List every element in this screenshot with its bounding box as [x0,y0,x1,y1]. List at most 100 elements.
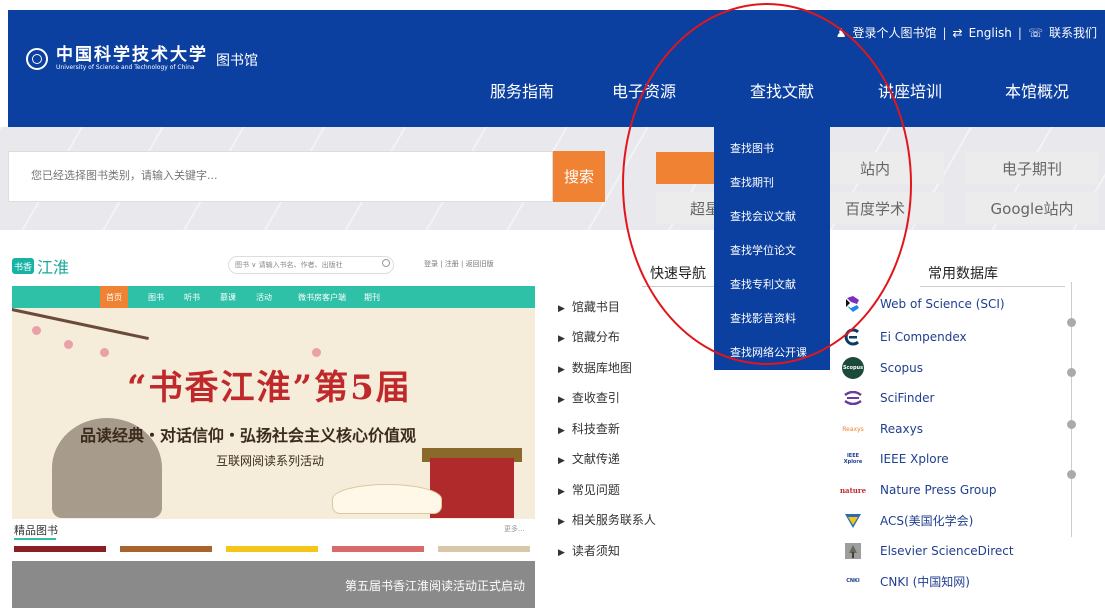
dropdown-item-open-courses[interactable]: 查找网络公开课 [730,344,807,360]
book-thumbnail[interactable] [120,546,212,552]
database-link[interactable]: Web of Science (SCI) [842,293,1005,315]
carousel-dot[interactable] [1067,470,1076,479]
dropdown-item-theses[interactable]: 查找学位论文 [730,242,796,258]
embedded-search-input[interactable]: 图书 ∨ 请输入书名、作者、出版社 [228,256,394,274]
more-link[interactable]: 更多... [504,524,525,534]
embedded-nav-audio[interactable]: 听书 [184,292,200,303]
database-link[interactable]: CNKI CNKI (中国知网) [842,570,970,592]
triangle-icon: ▶ [558,426,565,436]
quick-nav-item[interactable]: ▶ 馆藏分布 [558,328,620,345]
triangle-icon: ▶ [558,304,565,314]
tab-ejournals[interactable]: 电子期刊 [966,152,1098,184]
scopus-icon: Scopus [842,357,864,379]
embedded-nav-books[interactable]: 图书 [148,292,164,303]
switch-icon: ⇄ [952,25,963,40]
quick-nav-label: 数据库地图 [571,361,632,375]
banner-caption-bar[interactable]: 第五届书香江淮阅读活动正式启动 [12,561,535,608]
blossom-decoration [312,348,321,357]
carousel-dot[interactable] [1067,420,1076,429]
title-underline [920,286,1065,287]
find-literature-dropdown: 查找图书 查找期刊 查找会议文献 查找学位论文 查找专利文献 查找影音资料 查找… [714,125,830,370]
top-links: ♟ 登录个人图书馆 | ⇄ English | ☏ 联系我们 [836,24,1097,41]
book-thumbnail[interactable] [14,546,106,552]
quick-nav-label: 相关服务联系人 [571,513,656,527]
triangle-icon: ▶ [558,487,565,497]
acs-icon [842,509,864,531]
nav-item-e-resources[interactable]: 电子资源 [612,78,676,102]
embedded-nav-events[interactable]: 活动 [256,292,272,303]
database-link[interactable]: ACS(美国化学会) [842,509,973,531]
logo-chinese-name: 中国科学技术大学 [56,45,208,65]
book-thumbnails [14,546,530,552]
quick-nav-item[interactable]: ▶ 相关服务联系人 [558,511,656,528]
triangle-icon: ▶ [558,517,565,527]
nav-item-service-guide[interactable]: 服务指南 [490,78,554,102]
banner-subtitle: 品读经典・对话信仰・弘扬社会主义核心价值观 [80,426,417,445]
database-link[interactable]: Ei Compendex [842,326,967,348]
quick-nav-label: 常见问题 [571,483,620,497]
database-link[interactable]: nature Nature Press Group [840,479,996,501]
dropdown-item-books[interactable]: 查找图书 [730,140,774,156]
separator: | [942,25,947,40]
dropdown-item-journals[interactable]: 查找期刊 [730,174,774,190]
quick-nav-item[interactable]: ▶ 科技查新 [558,420,620,437]
contact-link[interactable]: 联系我们 [1049,24,1097,41]
embedded-account-links[interactable]: 登录 | 注册 | 返回旧版 [424,259,494,269]
quick-nav-label: 馆藏书目 [571,300,620,314]
carousel-dot[interactable] [1067,318,1076,327]
carousel-dot[interactable] [1067,368,1076,377]
book-thumbnail[interactable] [226,546,318,552]
reaxys-icon: Reaxys [842,425,864,433]
embedded-nav-home[interactable]: 首页 [100,286,128,308]
quick-nav-item[interactable]: ▶ 数据库地图 [558,359,632,376]
search-input[interactable] [31,169,531,182]
open-book-decoration [332,484,442,514]
database-link[interactable]: IEEE Xplore IEEE Xplore [842,448,949,470]
database-label: SciFinder [880,391,935,405]
embedded-nav-app[interactable]: 微书房客户端 [298,292,346,303]
shuxiang-mark: 书香 [12,258,34,274]
english-link[interactable]: English [969,26,1012,40]
dropdown-item-conference[interactable]: 查找会议文献 [730,208,796,224]
dropdown-item-patents[interactable]: 查找专利文献 [730,276,796,292]
database-link[interactable]: Elsevier ScienceDirect [842,540,1014,562]
book-thumbnail[interactable] [438,546,530,552]
activity-banner[interactable]: “书香江淮”第5届 品读经典・对话信仰・弘扬社会主义核心价值观 互联网阅读系列活… [12,308,535,519]
search-icon[interactable] [382,259,390,267]
triangle-icon: ▶ [558,334,565,344]
database-label: Reaxys [880,422,923,436]
database-link[interactable]: Scopus Scopus [842,357,923,379]
database-link[interactable]: SciFinder [842,387,934,409]
databases-title: 常用数据库 [928,266,998,282]
embedded-nav-journals[interactable]: 期刊 [364,292,380,303]
triangle-icon: ▶ [558,456,565,466]
nav-item-find-literature[interactable]: 查找文献 [750,78,814,102]
quick-nav-item[interactable]: ▶ 读者须知 [558,542,620,559]
search-button[interactable]: 搜索 [553,151,605,202]
cnki-icon: CNKI [846,578,860,584]
quick-nav-label: 馆藏分布 [571,330,620,344]
quick-nav-item[interactable]: ▶ 常见问题 [558,481,620,498]
book-thumbnail[interactable] [332,546,424,552]
database-link[interactable]: Reaxys Reaxys [842,418,923,440]
university-logo[interactable]: 中国科学技术大学 University of Science and Techn… [26,46,208,72]
login-link[interactable]: 登录个人图书馆 [852,24,936,41]
embedded-nav-mooc[interactable]: 慕课 [220,292,236,303]
scifinder-icon [842,387,864,409]
nav-item-about[interactable]: 本馆概况 [1005,78,1069,102]
quick-nav-item[interactable]: ▶ 馆藏书目 [558,298,620,315]
database-label: Web of Science (SCI) [880,297,1005,311]
nav-item-lectures[interactable]: 讲座培训 [878,78,942,102]
embedded-nav: 首页 图书 听书 慕课 活动 微书房客户端 期刊 [12,286,535,308]
database-label: CNKI (中国知网) [880,574,970,589]
dropdown-item-media[interactable]: 查找影音资料 [730,310,796,326]
elsevier-icon [842,540,864,562]
quick-nav-item[interactable]: ▶ 查收查引 [558,389,620,406]
quick-nav-item[interactable]: ▶ 文献传递 [558,450,620,467]
tab-google-site[interactable]: Google站内 [966,192,1098,224]
reading-activity-panel: 书香 江淮 图书 ∨ 请输入书名、作者、出版社 登录 | 注册 | 返回旧版 首… [8,248,536,608]
university-seal-icon [26,48,48,70]
quick-nav-label: 科技查新 [571,422,620,436]
library-label: 图书馆 [216,53,258,69]
shuxiang-logo[interactable]: 书香 江淮 [12,254,69,278]
